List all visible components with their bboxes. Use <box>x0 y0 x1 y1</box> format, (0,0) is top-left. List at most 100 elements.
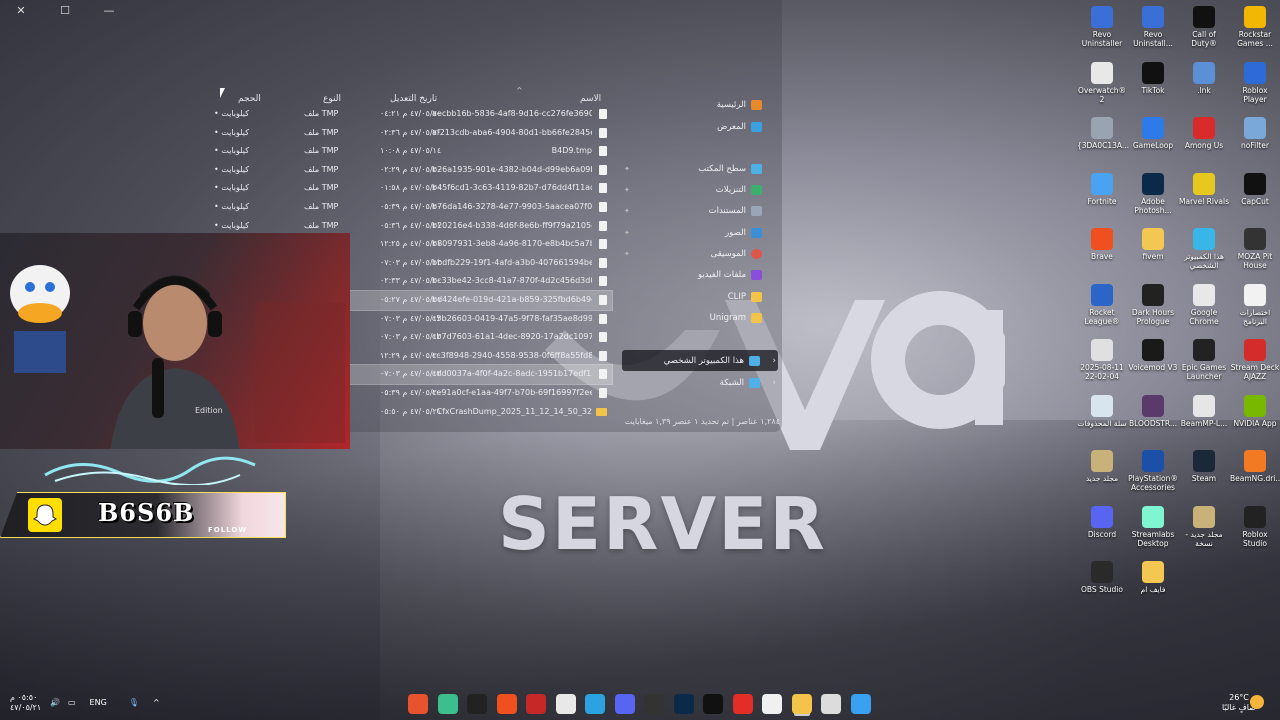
column-type[interactable]: النوع <box>323 94 341 104</box>
nav-item-music[interactable]: الموسيقى <box>711 249 762 259</box>
chevron-up-icon[interactable]: ^ <box>153 698 160 707</box>
file-row[interactable]: • كيلوبايت ملف TMP ٤٧/٠٥/٢٠ م ٠١:٥٨ b45f6cd… <box>210 179 612 198</box>
chevron-right-icon[interactable]: › <box>772 356 776 366</box>
column-name[interactable]: الاسم <box>580 94 601 104</box>
desktop-shortcut[interactable]: .lnk <box>1179 61 1229 95</box>
close-button[interactable]: ✕ <box>10 2 32 20</box>
pin-icon[interactable]: ✦ <box>624 165 630 173</box>
file-row[interactable]: • كيلوبايت ملف TMP ٤٧/٠٥/٢٠ م ٠٢:٣٦ af213cd… <box>210 124 612 143</box>
desktop-shortcut[interactable]: Revo Uninstaller <box>1077 6 1127 48</box>
desktop-shortcut[interactable]: Roblox Player <box>1230 61 1280 104</box>
desktop-shortcut[interactable]: Google Chrome <box>1179 283 1229 326</box>
desktop-shortcut[interactable]: Overwatch® 2 <box>1077 61 1127 104</box>
desktop-shortcut[interactable]: Fortnite <box>1077 172 1127 206</box>
desktop-shortcut[interactable]: noFilter <box>1230 117 1280 150</box>
desktop-shortcut[interactable]: Call of Duty® <box>1179 6 1229 48</box>
nav-item-network[interactable]: الشبكة <box>720 378 760 388</box>
desktop-shortcut[interactable]: Adobe Photosh... <box>1128 172 1178 215</box>
maximize-button[interactable]: ☐ <box>54 2 76 20</box>
column-date[interactable]: تاريخ التعديل <box>390 94 437 104</box>
desktop-shortcut[interactable]: Stream Deck AJAZZ <box>1230 339 1280 381</box>
red-x-app-icon[interactable] <box>408 694 428 714</box>
desktop-shortcut[interactable]: Dark Hours Prologue <box>1128 283 1178 326</box>
navigation-pane[interactable]: الرئيسية المعرض ✦ سطح المكتب ✦ التنزيلات… <box>620 92 782 412</box>
desktop-shortcut[interactable]: TikTok <box>1128 61 1178 95</box>
brave-app-icon[interactable] <box>496 694 517 714</box>
desktop-shortcut[interactable]: GameLoop <box>1128 117 1178 150</box>
nav-item-clip[interactable]: CLIP <box>728 292 762 302</box>
pin-icon[interactable]: ✦ <box>624 250 630 258</box>
notepad-app-icon[interactable] <box>821 694 841 714</box>
green-app-icon[interactable] <box>437 694 458 714</box>
nav-item-gallery[interactable]: المعرض <box>717 122 762 132</box>
nav-item-home[interactable]: الرئيسية <box>717 100 762 110</box>
desktop-shortcut[interactable]: CapCut <box>1230 172 1280 206</box>
desktop-shortcut[interactable]: Brave <box>1077 228 1127 261</box>
nav-item-downloads[interactable]: التنزيلات <box>716 185 762 195</box>
display-icon[interactable]: ▭ <box>68 698 76 707</box>
file-row[interactable]: • كيلوبايت ملف TMP ٤٧/٠٥/١٤ م ١٠:٠٨ B4D9.tm… <box>210 142 612 161</box>
column-size[interactable]: الحجم <box>238 94 261 104</box>
desktop-shortcut[interactable]: MOZA Pit House <box>1230 228 1280 270</box>
desktop-shortcut[interactable]: {3DA0C13A... <box>1077 117 1129 150</box>
telegram-app-icon[interactable] <box>585 694 605 714</box>
desktop-shortcut[interactable]: fivem <box>1128 228 1178 261</box>
pin-icon[interactable]: ✦ <box>624 186 630 194</box>
desktop-shortcut[interactable]: هذا الكمبيوتر الشخصي <box>1179 228 1229 270</box>
download-icon <box>751 185 762 195</box>
desktop-shortcut[interactable]: مجلد جديد <box>1077 450 1127 483</box>
desktop-shortcut[interactable]: PlayStation® Accessories <box>1128 450 1178 492</box>
terminal-app-icon[interactable] <box>467 694 487 714</box>
desktop-shortcut[interactable]: 2025-08-11 22-02-04 <box>1077 339 1127 381</box>
nav-item-this-pc[interactable]: هذا الكمبيوتر الشخصي <box>664 356 760 366</box>
taskbar-clock[interactable]: ٠٥:٥٠ م ٤٧/٠٥/٢١ <box>10 693 41 713</box>
desktop-shortcut[interactable]: Epic Games Launcher <box>1179 339 1229 381</box>
file-row[interactable]: • كيلوبايت ملف TMP ٤٧/٠٥/٢٠ م ٠٤:٢١ aecbb16… <box>210 105 612 124</box>
desktop-shortcut[interactable]: BLOODSTR... <box>1128 394 1178 428</box>
nav-item-videos[interactable]: ملفات الفيديو <box>698 270 762 280</box>
desktop-shortcut[interactable]: فايف ام <box>1128 561 1178 594</box>
pin-icon[interactable]: ✦ <box>624 207 630 215</box>
desktop-shortcut[interactable]: BeamMP-L... <box>1179 394 1229 428</box>
desktop-shortcut[interactable]: Streamlabs Desktop <box>1128 505 1178 548</box>
desktop-shortcut[interactable]: Marvel Rivals <box>1179 172 1229 206</box>
desktop-shortcut[interactable]: سلة المحذوفات <box>1077 394 1127 428</box>
desktop-shortcut[interactable]: Voicemod V3 <box>1128 339 1178 372</box>
explorer-app-icon[interactable] <box>791 694 812 714</box>
desktop-shortcut[interactable]: Discord <box>1077 505 1127 539</box>
nav-item-pictures[interactable]: الصور <box>725 228 762 238</box>
desktop-shortcut[interactable]: Rockstar Games ... <box>1230 6 1280 48</box>
microphone-icon[interactable]: 🎙 <box>129 698 139 707</box>
chevron-right-icon[interactable]: › <box>772 378 776 388</box>
desktop-shortcut[interactable]: Among Us <box>1179 117 1229 150</box>
nav-item-desktop[interactable]: سطح المكتب <box>698 164 762 174</box>
nav-item-unigram[interactable]: Unigram <box>710 313 762 323</box>
desktop-shortcut[interactable]: Rocket League® <box>1077 283 1127 326</box>
file-row[interactable]: • كيلوبايت ملف TMP ٤٧/٠٥/٢٠ م ٠٥:٣٩ b76da14… <box>210 198 612 217</box>
file-type: ملف TMP <box>304 164 339 174</box>
start-app-icon[interactable] <box>850 694 871 714</box>
store-app-icon[interactable] <box>762 694 782 714</box>
desktop-shortcut[interactable]: OBS Studio <box>1077 561 1127 594</box>
pin-icon[interactable]: ✦ <box>624 229 630 237</box>
dark-app-icon[interactable] <box>644 694 664 714</box>
file-row[interactable]: • كيلوبايت ملف TMP ٤٧/٠٥/٢٠ م ٠٢:٢٩ b26a193… <box>210 161 612 180</box>
desktop-shortcut[interactable]: مجلد جديد - نسخة <box>1179 505 1229 548</box>
youtube-app-icon[interactable] <box>732 694 753 714</box>
photoshop-app-icon[interactable] <box>673 694 694 714</box>
nav-item-documents[interactable]: المستندات <box>709 206 762 216</box>
file-name: af213cdb-aba6-4904-80d1-bb66fe2845e9.... <box>432 127 592 137</box>
red-triangle-app-icon[interactable] <box>526 694 546 714</box>
desktop-shortcut[interactable]: Revo Uninstall... <box>1128 6 1178 48</box>
volume-icon[interactable]: 🔊 <box>50 698 60 707</box>
desktop-shortcut[interactable]: Steam <box>1179 450 1229 483</box>
desktop-shortcut[interactable]: NVIDIA App <box>1230 394 1280 428</box>
desktop-shortcut[interactable]: Roblox Studio <box>1230 505 1280 548</box>
desktop-shortcut[interactable]: اختصارات البرنامج <box>1230 283 1280 326</box>
capcut-app-icon[interactable] <box>703 694 723 714</box>
minimize-button[interactable]: — <box>98 2 120 20</box>
chrome-app-icon[interactable] <box>555 694 576 714</box>
discord-app-icon[interactable] <box>614 694 635 714</box>
language-indicator[interactable]: ENG <box>90 698 107 707</box>
desktop-shortcut[interactable]: BeamNG.dri... <box>1230 450 1280 483</box>
